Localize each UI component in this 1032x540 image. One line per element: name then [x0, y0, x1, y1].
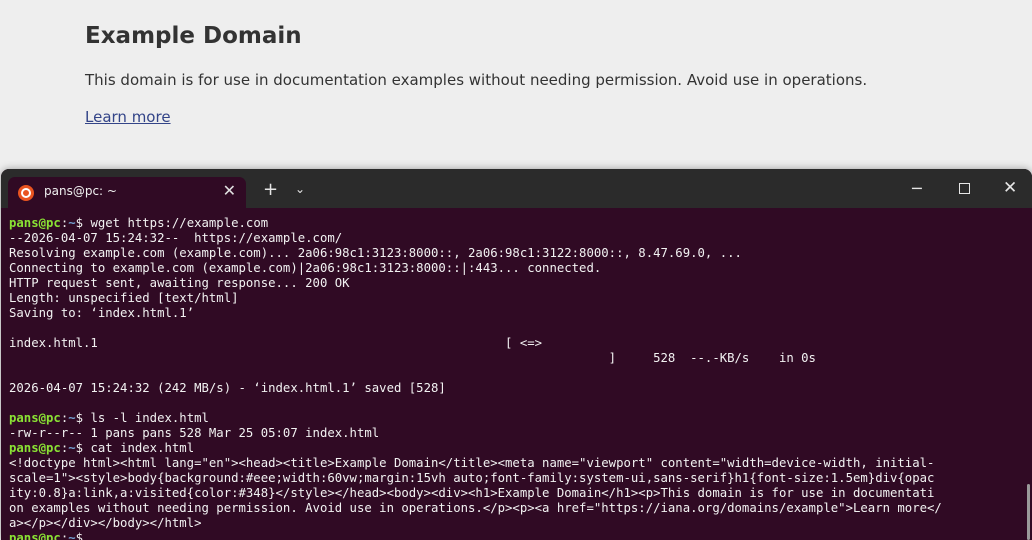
terminal-command: cat index.html	[90, 441, 195, 455]
maximize-button[interactable]	[959, 183, 970, 194]
ubuntu-icon	[18, 185, 34, 201]
terminal-output-line: HTTP request sent, awaiting response... …	[9, 276, 350, 290]
terminal-window: pans@pc: ~ ✕ + ⌄ ─ ✕ pans@pc:~$ wget htt…	[1, 169, 1032, 540]
terminal-titlebar[interactable]: pans@pc: ~ ✕ + ⌄ ─ ✕	[1, 169, 1032, 208]
terminal-command: wget https://example.com	[90, 216, 269, 230]
terminal-output-line: on examples without needing permission. …	[9, 501, 942, 515]
prompt-user: pans@pc	[9, 216, 61, 230]
terminal-output-line: a></p></div></body></html>	[9, 516, 202, 530]
prompt-symbol: $	[75, 531, 91, 540]
terminal-output-line: <!doctype html><html lang="en"><head><ti…	[9, 456, 935, 470]
terminal-prompt-line: pans@pc:~$	[9, 531, 1021, 540]
terminal-output-line: 2026-04-07 15:24:32 (242 MB/s) - ‘index.…	[9, 381, 446, 395]
terminal-tab[interactable]: pans@pc: ~ ✕	[8, 177, 246, 208]
new-tab-button[interactable]: +	[263, 181, 278, 199]
prompt-path: ~	[68, 441, 76, 455]
learn-more-link[interactable]: Learn more	[85, 108, 171, 126]
terminal-output-line: scale=1"><style>body{background:#eee;wid…	[9, 471, 935, 485]
terminal-output-line: ity:0.8}a:link,a:visited{color:#348}</st…	[9, 486, 935, 500]
terminal-output-line: --2026-04-07 15:24:32-- https://example.…	[9, 231, 343, 245]
terminal-prompt-line: pans@pc:~$ wget https://example.com	[9, 216, 1021, 231]
terminal-output-line: -rw-r--r-- 1 pans pans 528 Mar 25 05:07 …	[9, 426, 380, 440]
tab-dropdown-icon[interactable]: ⌄	[295, 182, 305, 196]
page-title: Example Domain	[85, 23, 302, 49]
minimize-button[interactable]: ─	[912, 179, 922, 198]
prompt-user: pans@pc	[9, 531, 61, 540]
terminal-output-line: index.html.1 [ <=>	[9, 336, 543, 350]
prompt-symbol: $	[75, 411, 91, 425]
tab-title: pans@pc: ~	[44, 184, 117, 198]
terminal-prompt-line: pans@pc:~$ cat index.html	[9, 441, 1021, 456]
terminal-output-line: Length: unspecified [text/html]	[9, 291, 239, 305]
terminal-scrollbar[interactable]	[1027, 484, 1030, 540]
prompt-user: pans@pc	[9, 441, 61, 455]
terminal-output-line: ] 528 --.-KB/s in 0s	[9, 351, 816, 365]
prompt-path: ~	[68, 531, 76, 540]
prompt-symbol: $	[75, 441, 91, 455]
prompt-path: ~	[68, 411, 76, 425]
terminal-output[interactable]: pans@pc:~$ wget https://example.com --202…	[9, 216, 1021, 540]
close-window-button[interactable]: ✕	[1003, 178, 1017, 198]
terminal-output-line: Connecting to example.com (example.com)|…	[9, 261, 602, 275]
terminal-output-line: Resolving example.com (example.com)... 2…	[9, 246, 742, 260]
terminal-command: ls -l index.html	[90, 411, 209, 425]
terminal-output-line: Saving to: ‘index.html.1’	[9, 306, 195, 320]
tab-close-icon[interactable]: ✕	[223, 181, 236, 200]
terminal-prompt-line: pans@pc:~$ ls -l index.html	[9, 411, 1021, 426]
prompt-symbol: $	[75, 216, 91, 230]
page-description: This domain is for use in documentation …	[85, 71, 868, 89]
prompt-user: pans@pc	[9, 411, 61, 425]
prompt-path: ~	[68, 216, 76, 230]
